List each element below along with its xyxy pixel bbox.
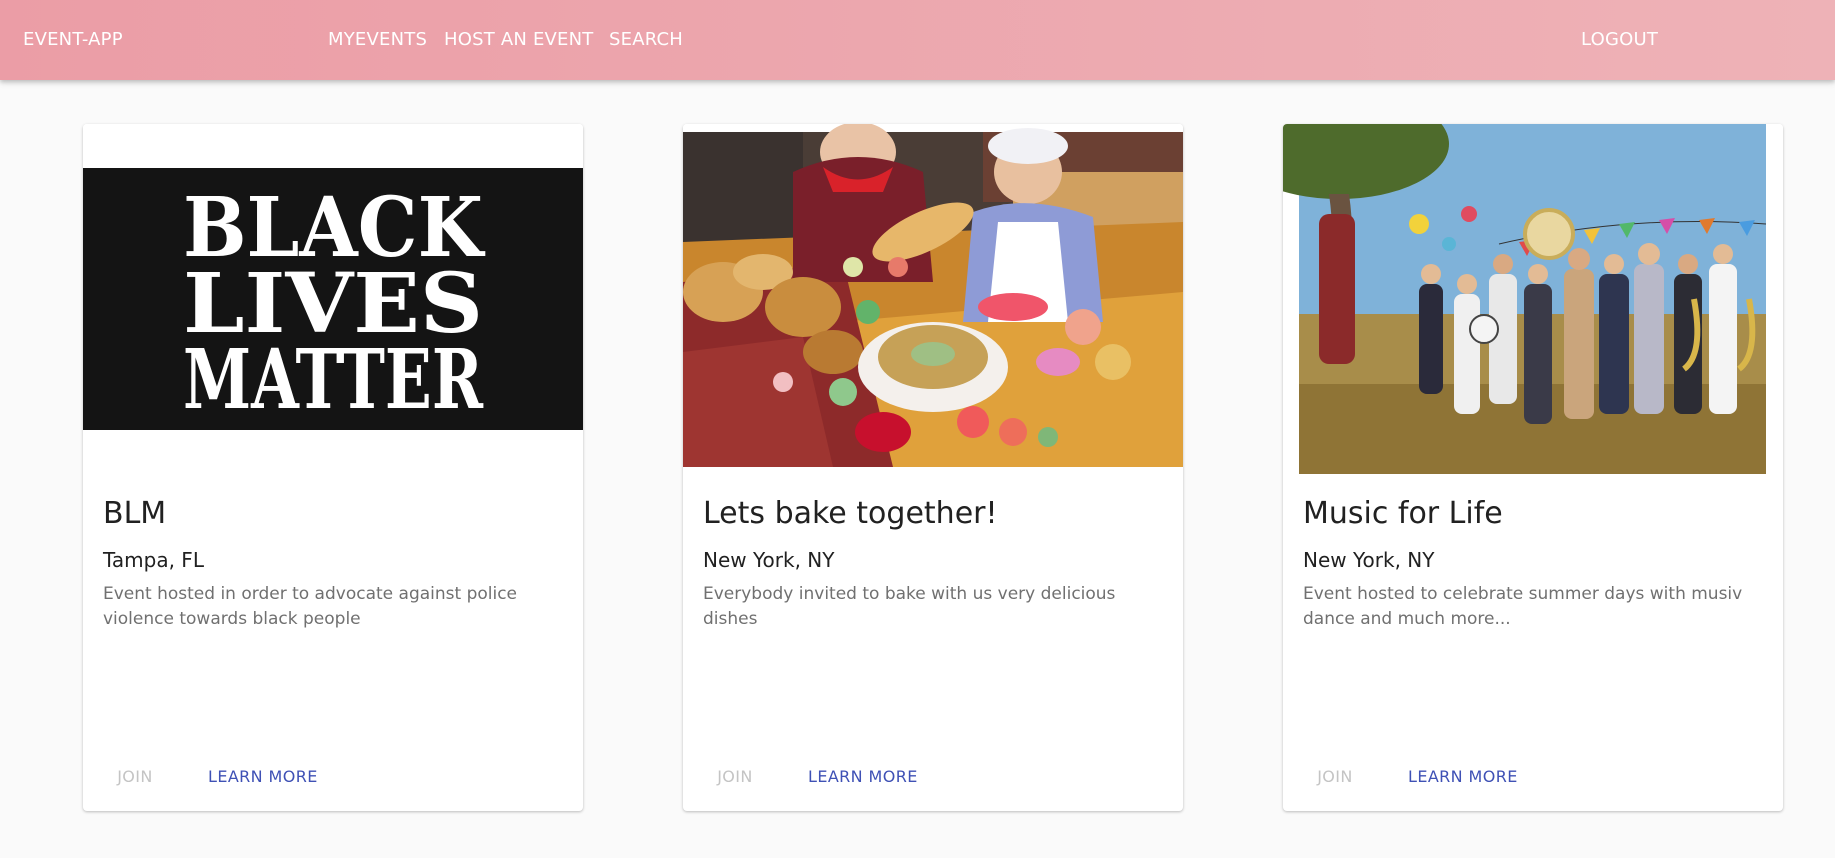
event-title: Lets bake together!: [703, 496, 998, 531]
app-brand[interactable]: EVENT-APP: [23, 28, 123, 52]
join-button[interactable]: JOIN: [705, 765, 765, 789]
event-location: New York, NY: [703, 548, 835, 572]
event-description: Event hosted to celebrate summer days wi…: [1303, 584, 1743, 629]
event-image: BLACK LIVES MATTER: [83, 124, 583, 474]
join-button[interactable]: JOIN: [1305, 765, 1365, 789]
learn-more-button[interactable]: LEARN MORE: [208, 765, 318, 789]
event-image: [1283, 124, 1783, 474]
event-image: [683, 124, 1183, 474]
join-button[interactable]: JOIN: [105, 765, 165, 789]
event-location: New York, NY: [1303, 548, 1435, 572]
card-actions: JOIN LEARN MORE: [683, 765, 1183, 801]
learn-more-button[interactable]: LEARN MORE: [808, 765, 918, 789]
card-actions: JOIN LEARN MORE: [83, 765, 583, 801]
baking-photo-icon: [683, 124, 1183, 474]
app-bar: EVENT-APP MYEVENTS HOST AN EVENT SEARCH …: [0, 0, 1835, 80]
event-title: BLM: [103, 496, 167, 531]
nav-host-event-link[interactable]: HOST AN EVENT: [444, 28, 593, 52]
event-card: Lets bake together! New York, NY Everybo…: [683, 124, 1183, 811]
event-description: Everybody invited to bake with us very d…: [703, 584, 1116, 629]
logout-button[interactable]: LOGOUT: [1581, 28, 1658, 52]
black-lives-matter-banner-icon: BLACK LIVES MATTER: [83, 124, 583, 474]
event-location: Tampa, FL: [103, 548, 204, 572]
learn-more-button[interactable]: LEARN MORE: [1408, 765, 1518, 789]
event-card: Music for Life New York, NY Event hosted…: [1283, 124, 1783, 811]
banner-line-3: MATTER: [183, 332, 484, 428]
card-actions: JOIN LEARN MORE: [1283, 765, 1783, 801]
event-card: BLACK LIVES MATTER BLM Tampa, FL Event h…: [83, 124, 583, 811]
event-title: Music for Life: [1303, 496, 1503, 531]
nav-search-link[interactable]: SEARCH: [609, 28, 683, 52]
event-description: Event hosted in order to advocate agains…: [103, 584, 518, 629]
music-festival-photo-icon: [1283, 124, 1783, 474]
nav-myevents-link[interactable]: MYEVENTS: [328, 28, 427, 52]
